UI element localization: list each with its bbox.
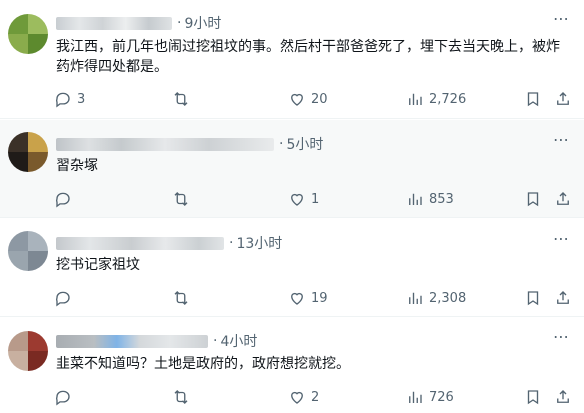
like-button[interactable]: 2 (288, 387, 319, 407)
reply-button[interactable]: 3 (54, 89, 85, 109)
bookmark-button[interactable] (524, 288, 542, 308)
avatar[interactable] (8, 14, 48, 54)
separator-dot: · (229, 235, 234, 251)
action-bar: 3 20 2,726 (52, 89, 572, 109)
bar-chart-icon (409, 193, 422, 205)
heart-icon (291, 391, 303, 404)
blurred-username[interactable] (56, 236, 224, 250)
blurred-username[interactable] (56, 16, 172, 30)
like-count: 2 (311, 389, 320, 405)
like-count: 20 (311, 91, 328, 107)
bar-chart-icon (409, 93, 422, 105)
repost-button[interactable] (172, 189, 195, 209)
views-button[interactable]: 2,308 (406, 288, 466, 308)
share-button[interactable] (554, 189, 572, 209)
heart-icon (291, 193, 303, 206)
bookmark-icon (527, 192, 539, 207)
bookmark-button[interactable] (524, 387, 542, 407)
repost-button[interactable] (172, 387, 195, 407)
reply-post[interactable]: · 5小时 ⋯ 習杂塚 1 853 (0, 120, 584, 218)
separator-dot: · (213, 333, 218, 349)
reply-button[interactable] (54, 288, 77, 308)
repost-button[interactable] (172, 288, 195, 308)
view-count: 2,308 (429, 290, 467, 306)
view-count: 853 (429, 191, 454, 207)
bookmark-icon (527, 92, 539, 107)
speech-bubble-icon (55, 192, 70, 208)
repost-arrows-icon (174, 291, 188, 305)
post-header: · 13小时 (56, 233, 282, 253)
repost-arrows-icon (174, 92, 188, 106)
reply-count: 3 (77, 91, 86, 107)
view-count: 2,726 (429, 91, 467, 107)
reply-button[interactable] (54, 387, 77, 407)
post-text: 習杂塚 (56, 158, 98, 174)
reply-post[interactable]: · 9小时 ⋯ 我江西，前几年也闹过挖祖坟的事。然后村干部爸爸死了，埋下去当天晚… (0, 0, 584, 119)
like-button[interactable]: 20 (288, 89, 328, 109)
more-dots-icon[interactable]: ⋯ (553, 130, 570, 149)
post-time[interactable]: 5小时 (286, 134, 323, 154)
like-button[interactable]: 1 (288, 189, 319, 209)
like-button[interactable]: 19 (288, 288, 328, 308)
speech-bubble-icon (55, 390, 70, 406)
share-button[interactable] (554, 89, 572, 109)
views-button[interactable]: 2,726 (406, 89, 466, 109)
more-dots-icon[interactable]: ⋯ (553, 9, 570, 28)
post-text: 韭菜不知道吗？土地是政府的，政府想挖就挖。 (56, 356, 350, 372)
post-header: · 9小时 (56, 13, 221, 33)
repost-arrows-icon (174, 192, 188, 206)
share-upload-icon (557, 390, 569, 403)
share-upload-icon (557, 291, 569, 304)
view-count: 726 (429, 389, 454, 405)
blurred-username[interactable] (56, 334, 208, 348)
post-header: · 4小时 (56, 331, 257, 351)
post-time[interactable]: 13小时 (236, 233, 282, 253)
speech-bubble-icon (55, 291, 70, 307)
avatar[interactable] (8, 132, 48, 172)
avatar[interactable] (8, 231, 48, 271)
post-text: 我江西，前几年也闹过挖祖坟的事。然后村干部爸爸死了，埋下去当天晚上，被炸药炸得四… (56, 39, 560, 75)
reply-button[interactable] (54, 189, 77, 209)
share-button[interactable] (554, 387, 572, 407)
heart-icon (291, 292, 303, 305)
repost-button[interactable] (172, 89, 195, 109)
separator-dot: · (279, 136, 284, 152)
post-text: 挖书记家祖坟 (56, 257, 140, 273)
repost-arrows-icon (174, 390, 188, 404)
heart-icon (291, 93, 303, 106)
action-bar: 1 853 (52, 189, 572, 209)
reply-feed: · 9小时 ⋯ 我江西，前几年也闹过挖祖坟的事。然后村干部爸爸死了，埋下去当天晚… (0, 0, 584, 413)
action-bar: 19 2,308 (52, 288, 572, 308)
speech-bubble-icon (55, 92, 70, 108)
views-button[interactable]: 853 (406, 189, 454, 209)
avatar[interactable] (8, 331, 48, 371)
views-button[interactable]: 726 (406, 387, 454, 407)
bookmark-button[interactable] (524, 189, 542, 209)
post-time[interactable]: 4小时 (220, 331, 257, 351)
bar-chart-icon (409, 292, 422, 304)
action-bar: 2 726 (52, 387, 572, 407)
reply-post[interactable]: · 13小时 ⋯ 挖书记家祖坟 19 2,308 (0, 219, 584, 317)
more-dots-icon[interactable]: ⋯ (553, 327, 570, 346)
more-dots-icon[interactable]: ⋯ (553, 229, 570, 248)
share-upload-icon (557, 92, 569, 105)
share-button[interactable] (554, 288, 572, 308)
reply-post[interactable]: · 4小时 ⋯ 韭菜不知道吗？土地是政府的，政府想挖就挖。 2 726 (0, 318, 584, 413)
like-count: 1 (311, 191, 320, 207)
separator-dot: · (177, 15, 182, 31)
share-upload-icon (557, 192, 569, 205)
bookmark-icon (527, 291, 539, 306)
blurred-username[interactable] (56, 137, 274, 151)
bookmark-icon (527, 390, 539, 405)
post-time[interactable]: 9小时 (184, 13, 221, 33)
like-count: 19 (311, 290, 328, 306)
bar-chart-icon (409, 391, 422, 403)
post-header: · 5小时 (56, 134, 323, 154)
bookmark-button[interactable] (524, 89, 542, 109)
